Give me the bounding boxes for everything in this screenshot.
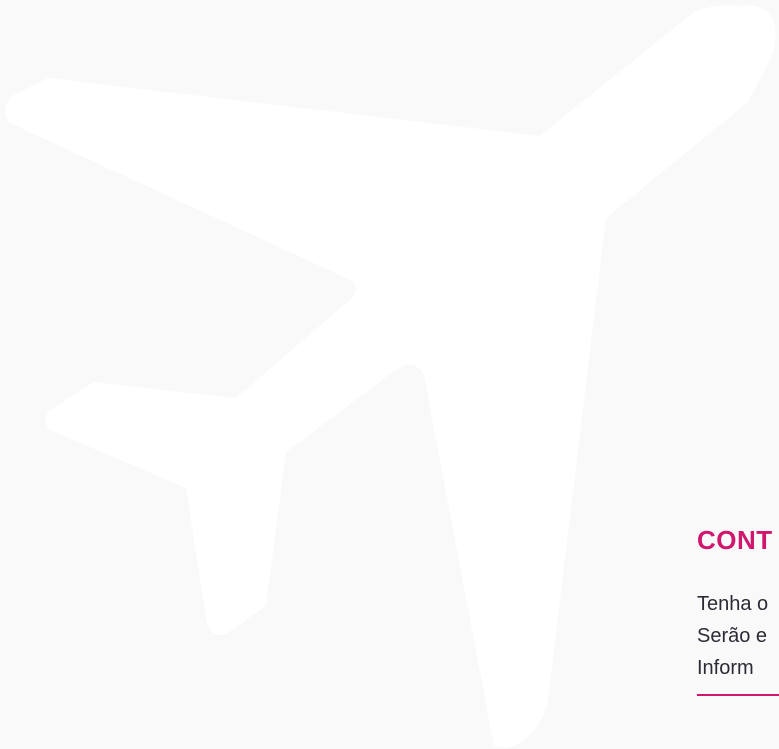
contact-section: CONT Tenha o Serão e Inform	[697, 520, 779, 696]
accent-divider	[697, 694, 779, 696]
section-title: CONT	[697, 525, 773, 555]
text-line-3: Inform	[697, 657, 754, 679]
section-text: Tenha o Serão e Inform	[697, 588, 779, 684]
airplane-icon	[5, 5, 776, 748]
text-line-1: Tenha o	[697, 593, 769, 615]
text-line-2: Serão e	[697, 625, 768, 647]
